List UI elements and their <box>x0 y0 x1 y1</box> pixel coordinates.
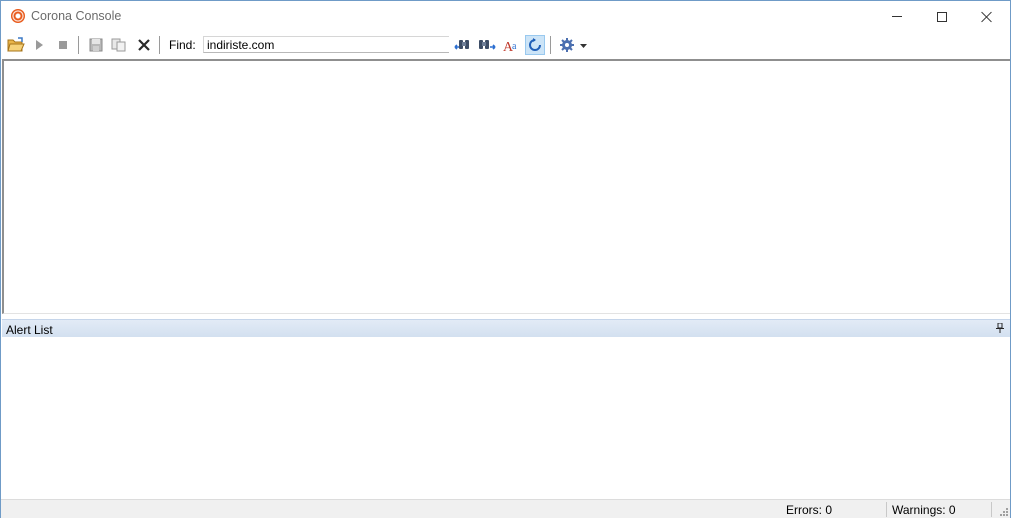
toolbar-separator <box>550 36 551 54</box>
match-case-icon: A a <box>503 40 517 53</box>
run-button[interactable] <box>29 35 49 55</box>
save-button[interactable] <box>86 35 106 55</box>
chevron-down-icon <box>580 43 587 48</box>
settings-dropdown-button[interactable] <box>557 35 589 55</box>
copy-icon <box>111 38 126 52</box>
alert-list-title: Alert List <box>6 323 53 337</box>
svg-text:a: a <box>512 41 517 52</box>
clear-button[interactable] <box>134 35 154 55</box>
find-label: Find: <box>169 38 196 52</box>
errors-count: Errors: 0 <box>786 503 833 517</box>
window-title: Corona Console <box>31 9 122 23</box>
maximize-icon <box>937 11 947 22</box>
wrap-around-button[interactable] <box>525 35 545 55</box>
warnings-count: Warnings: 0 <box>892 503 956 517</box>
stop-icon <box>59 41 67 49</box>
copy-button[interactable] <box>109 35 129 55</box>
toolbar: Find: A a <box>1 32 1010 58</box>
play-icon <box>36 40 43 50</box>
find-next-icon <box>479 40 496 50</box>
resize-grip-icon[interactable] <box>998 506 1008 516</box>
stop-button[interactable] <box>53 35 73 55</box>
save-icon <box>89 38 103 52</box>
wrap-around-icon <box>529 38 541 51</box>
app-window: Corona Console Find: indiriste.com A a A… <box>0 0 1011 518</box>
settings-gear-icon <box>560 38 574 52</box>
find-next-button[interactable] <box>477 35 497 55</box>
pin-icon[interactable] <box>996 323 1004 333</box>
open-icon <box>7 37 25 52</box>
status-separator <box>991 502 992 517</box>
title-bar[interactable]: Corona Console <box>1 1 1010 32</box>
minimize-icon <box>892 16 902 17</box>
console-output[interactable] <box>2 59 1010 314</box>
toolbar-separator <box>159 36 160 54</box>
find-previous-button[interactable] <box>453 35 473 55</box>
maximize-button[interactable] <box>919 1 965 32</box>
status-bar: Errors: 0 Warnings: 0 <box>1 499 1010 518</box>
minimize-button[interactable] <box>874 1 920 32</box>
clear-icon <box>138 39 150 51</box>
close-button[interactable] <box>964 1 1010 32</box>
close-icon <box>981 11 993 23</box>
alert-list[interactable] <box>2 337 1010 499</box>
status-separator <box>886 502 887 517</box>
open-button[interactable] <box>6 35 26 55</box>
find-previous-icon <box>454 40 469 50</box>
match-case-button[interactable]: A a <box>501 35 521 55</box>
find-input[interactable] <box>203 36 449 53</box>
alert-list-header: Alert List <box>2 319 1010 337</box>
corona-app-icon <box>11 9 25 23</box>
toolbar-separator <box>78 36 79 54</box>
